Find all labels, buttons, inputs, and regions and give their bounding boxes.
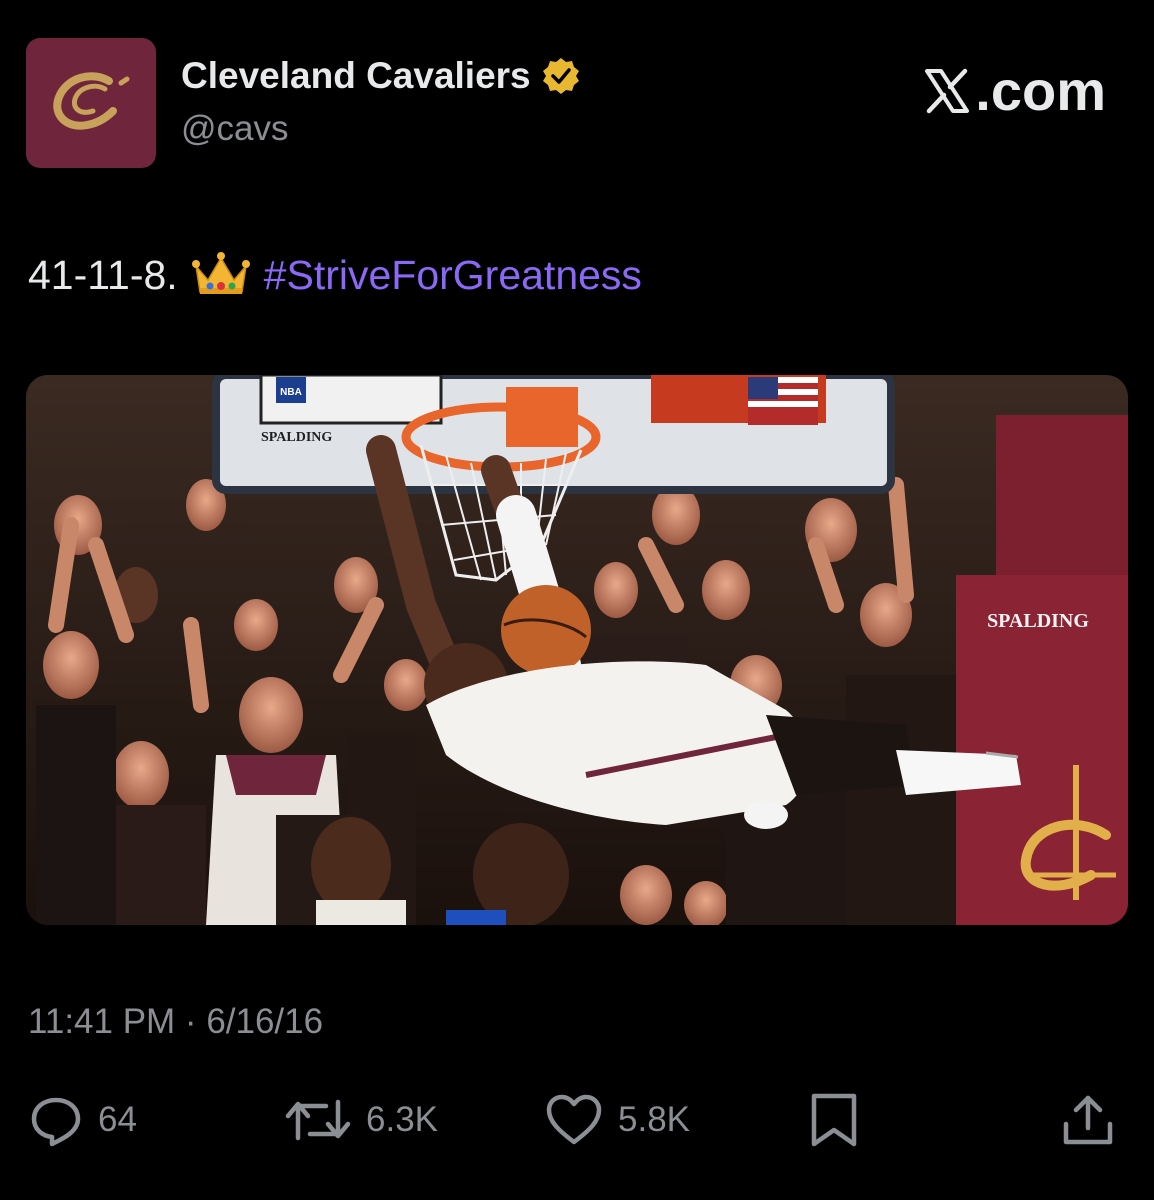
share-icon bbox=[1063, 1095, 1113, 1145]
like-count: 5.8K bbox=[618, 1100, 690, 1139]
display-name-text: Cleveland Cavaliers bbox=[181, 55, 531, 96]
retweet-count: 6.3K bbox=[366, 1100, 438, 1139]
tweet-text: 41-11-8. #StriveForGreatness bbox=[28, 250, 642, 300]
crown-icon bbox=[190, 250, 252, 300]
x-logo-icon bbox=[921, 65, 973, 117]
nba-logo: NBA bbox=[280, 387, 302, 398]
basketball-dunk-photo: NBA SPALDING SPALDING bbox=[26, 375, 1128, 925]
bookmark-button[interactable] bbox=[806, 1090, 862, 1150]
tweet-timestamp[interactable]: 11:41 PM · 6/16/16 bbox=[28, 1002, 323, 1042]
reply-count: 64 bbox=[98, 1100, 137, 1139]
tweet-photo[interactable]: NBA SPALDING SPALDING bbox=[26, 375, 1128, 925]
verified-badge-icon bbox=[541, 56, 581, 96]
backboard-brand: SPALDING bbox=[261, 430, 332, 445]
cavs-c-logo-icon bbox=[53, 72, 130, 130]
display-name[interactable]: Cleveland Cavaliers bbox=[181, 55, 581, 97]
heart-icon bbox=[546, 1094, 602, 1145]
reply-icon bbox=[31, 1097, 81, 1147]
site-brand-suffix: .com bbox=[975, 59, 1106, 122]
user-handle[interactable]: @cavs bbox=[181, 109, 289, 149]
reply-button[interactable]: 64 bbox=[28, 1090, 137, 1150]
site-brand: .com bbox=[921, 58, 1106, 123]
action-bar: 64 6.3K 5.8K bbox=[0, 1090, 1154, 1150]
share-button[interactable] bbox=[1060, 1090, 1116, 1150]
stanchion-brand: SPALDING bbox=[987, 610, 1089, 632]
retweet-button[interactable]: 6.3K bbox=[284, 1090, 438, 1150]
bookmark-icon bbox=[811, 1093, 857, 1147]
like-button[interactable]: 5.8K bbox=[544, 1090, 690, 1150]
tweet-text-prefix: 41-11-8. bbox=[28, 251, 178, 298]
hashtag-link[interactable]: #StriveForGreatness bbox=[264, 252, 642, 299]
avatar[interactable] bbox=[26, 38, 156, 168]
retweet-icon bbox=[285, 1099, 351, 1141]
